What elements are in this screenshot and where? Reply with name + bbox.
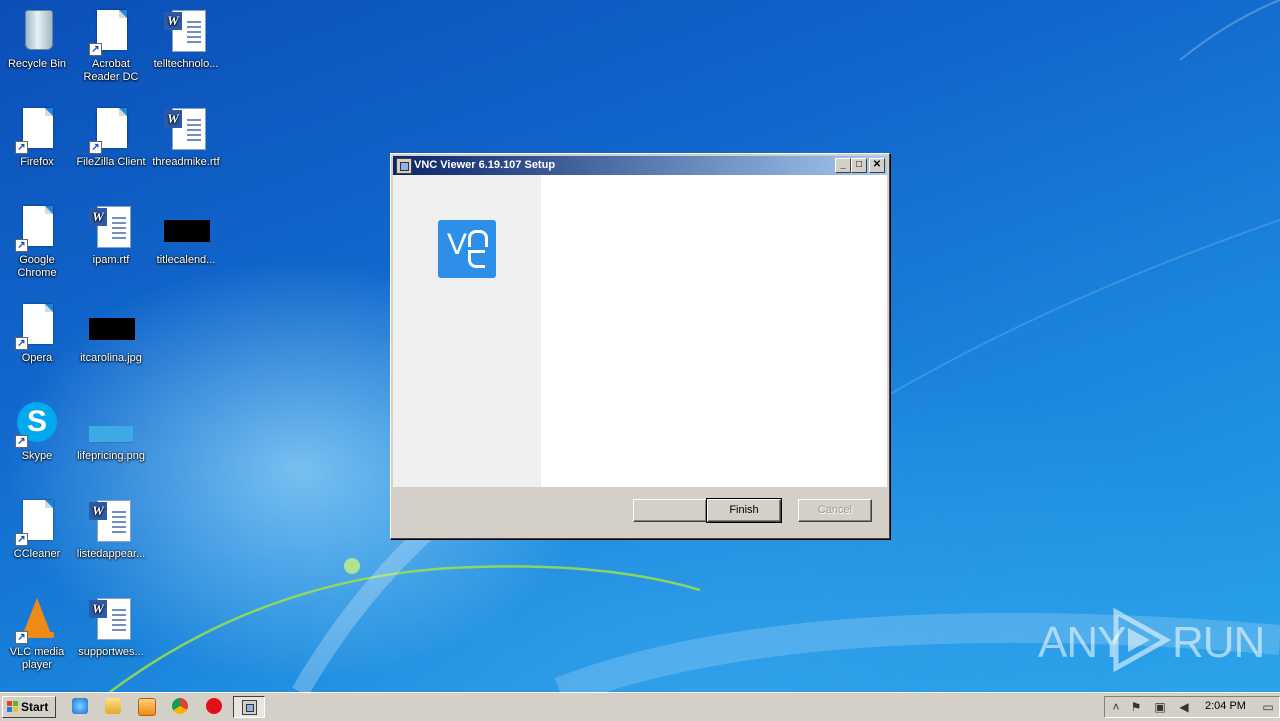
opera-icon[interactable] — [206, 698, 222, 714]
desktop-icon-label: FileZilla Client — [76, 156, 146, 168]
vnc-logo-letter: V — [447, 228, 468, 261]
desktop-icon-label: threadmike.rtf — [152, 156, 220, 168]
desktop-icon-google-chrome[interactable]: ↗ Google Chrome — [0, 198, 74, 290]
desktop-icon-listedappear[interactable]: W listedappear... — [74, 492, 148, 584]
desktop-icon-label: Recycle Bin — [7, 58, 67, 70]
recycle-bin-icon — [25, 10, 53, 50]
minimize-button[interactable]: _ — [835, 158, 851, 173]
desktop-icon-label: titlecalend... — [156, 254, 216, 266]
desktop-icon-lifepricing-png[interactable]: lifepricing.png — [74, 394, 148, 486]
desktop-icon-label: lifepricing.png — [77, 450, 145, 462]
start-button[interactable]: Start — [2, 696, 56, 718]
installer-icon — [242, 700, 257, 715]
windows-flag-icon — [7, 701, 18, 712]
desktop-icon-label: CCleaner — [13, 548, 61, 560]
dialog-titlebar[interactable]: VNC Viewer 6.19.107 Setup _ □ ✕ — [393, 156, 887, 175]
taskbar: Start ˄ ⚑ ▣ ◀ 2:04 PM ▭ — [0, 692, 1280, 721]
chrome-icon[interactable] — [172, 698, 188, 714]
desktop-icon-vlc[interactable]: ↗ VLC media player — [0, 590, 74, 682]
network-icon[interactable]: ▣ — [1153, 700, 1167, 714]
media-player-icon[interactable] — [138, 698, 156, 716]
desktop-icon-label: Google Chrome — [17, 254, 57, 279]
maximize-button[interactable]: □ — [851, 158, 867, 173]
desktop-icon-skype[interactable]: S ↗ Skype — [0, 394, 74, 486]
skype-icon: S ↗ — [13, 400, 61, 448]
show-desktop-icon[interactable]: ▭ — [1261, 700, 1275, 714]
desktop-icon-titlecalend[interactable]: titlecalend... — [149, 198, 223, 290]
desktop-icon-label: Skype — [21, 450, 53, 462]
desktop-icon-label: VLC media player — [9, 646, 65, 671]
dialog-button-row: Finish Cancel — [391, 489, 889, 537]
word-document-icon: W — [87, 204, 135, 252]
dialog-body: V — [393, 175, 887, 487]
desktop-icon-threadmike-rtf[interactable]: W threadmike.rtf — [149, 100, 223, 192]
file-shortcut-icon: ↗ — [13, 204, 61, 252]
desktop-icon-ipam-rtf[interactable]: W ipam.rtf — [74, 198, 148, 290]
desktop-icon-label: telltechnolo... — [153, 58, 219, 70]
desktop-icon-opera[interactable]: ↗ Opera — [0, 296, 74, 388]
dialog-title: VNC Viewer 6.19.107 Setup — [414, 159, 556, 171]
volume-icon[interactable]: ◀ — [1177, 700, 1191, 714]
image-thumbnail-icon — [162, 204, 210, 252]
play-icon — [1113, 608, 1172, 672]
close-button[interactable]: ✕ — [869, 158, 885, 173]
flag-icon[interactable]: ⚑ — [1129, 700, 1143, 714]
start-label: Start — [21, 700, 49, 714]
vlc-cone-icon: ↗ — [13, 596, 61, 644]
dialog-main-panel — [541, 175, 887, 487]
watermark-text-right: RUN — [1172, 618, 1265, 667]
close-icon: ✕ — [872, 159, 882, 170]
desktop-icon-label: Opera — [21, 352, 53, 364]
desktop-icon-recycle-bin[interactable]: Recycle Bin — [0, 2, 74, 94]
word-document-icon: W — [87, 498, 135, 546]
back-button[interactable] — [633, 499, 707, 522]
cancel-button: Cancel — [798, 499, 872, 522]
file-shortcut-icon: ↗ — [87, 8, 135, 56]
folder-icon[interactable] — [105, 698, 121, 714]
taskbar-item-vnc-setup[interactable] — [233, 696, 265, 718]
setup-dialog: VNC Viewer 6.19.107 Setup _ □ ✕ V Finish… — [390, 153, 890, 539]
desktop-icon-acrobat-reader[interactable]: ↗ Acrobat Reader DC — [74, 2, 148, 94]
file-shortcut-icon: ↗ — [13, 498, 61, 546]
file-shortcut-icon: ↗ — [87, 106, 135, 154]
desktop-icon-label: Firefox — [20, 156, 54, 168]
desktop-icon-itcarolina-jpg[interactable]: itcarolina.jpg — [74, 296, 148, 388]
desktop-icon-label: ipam.rtf — [92, 254, 130, 266]
word-document-icon: W — [162, 106, 210, 154]
desktop-icon-label: itcarolina.jpg — [80, 352, 142, 364]
vnc-logo-icon: V — [438, 220, 496, 278]
clock[interactable]: 2:04 PM — [1205, 700, 1246, 712]
word-document-icon: W — [87, 596, 135, 644]
desktop-icon-supportwes[interactable]: W supportwes... — [74, 590, 148, 682]
maximize-icon: □ — [855, 159, 863, 170]
file-shortcut-icon: ↗ — [13, 302, 61, 350]
system-tray: ˄ ⚑ ▣ ◀ 2:04 PM ▭ — [1104, 696, 1280, 718]
dialog-side-panel: V — [393, 175, 541, 487]
installer-icon — [396, 158, 412, 174]
word-document-icon: W — [162, 8, 210, 56]
desktop-icon-telltechnolo[interactable]: W telltechnolo... — [149, 2, 223, 94]
image-thumbnail-icon — [87, 400, 135, 448]
finish-button[interactable]: Finish — [706, 498, 782, 523]
desktop-icon-firefox[interactable]: ↗ Firefox — [0, 100, 74, 192]
internet-explorer-icon[interactable] — [72, 698, 88, 714]
image-thumbnail-icon — [87, 302, 135, 350]
show-hidden-icons-chevron-up-icon[interactable]: ˄ — [1109, 700, 1123, 714]
desktop-icon-filezilla[interactable]: ↗ FileZilla Client — [74, 100, 148, 192]
desktop-icon-ccleaner[interactable]: ↗ CCleaner — [0, 492, 74, 584]
minimize-icon: _ — [840, 159, 846, 170]
file-shortcut-icon: ↗ — [13, 106, 61, 154]
desktop-icon-label: Acrobat Reader DC — [83, 58, 139, 83]
desktop-icon-label: listedappear... — [76, 548, 146, 560]
desktop-icon-label: supportwes... — [78, 646, 144, 658]
